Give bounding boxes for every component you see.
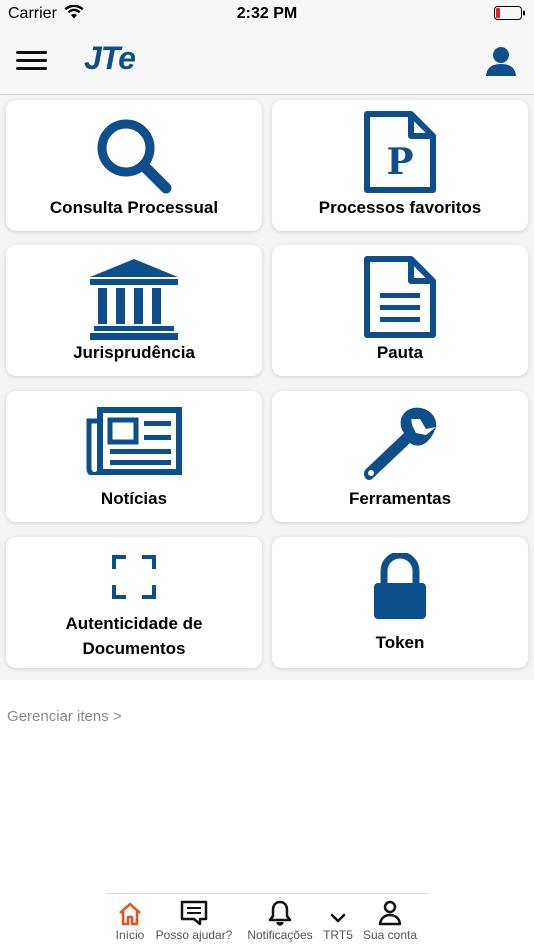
profile-icon[interactable] <box>484 44 518 78</box>
battery-icon <box>494 6 526 25</box>
card-label-line-2: Documentos <box>82 639 186 658</box>
courthouse-icon <box>6 257 262 341</box>
tab-trt5[interactable]: TRT5 <box>320 894 356 949</box>
tab-notificacoes[interactable]: Notificações <box>240 894 320 949</box>
card-label: Ferramentas <box>348 489 452 508</box>
card-pauta[interactable]: Pauta <box>272 245 528 376</box>
card-autenticidade-documentos[interactable]: Autenticidade de Documentos <box>6 537 262 668</box>
tab-label: TRT5 <box>323 928 353 942</box>
scan-frame-icon <box>6 555 262 599</box>
chat-icon <box>150 894 238 926</box>
tab-posso-ajudar[interactable]: Posso ajudar? <box>150 894 238 949</box>
bell-icon <box>240 894 320 926</box>
card-label: Consulta Processual <box>49 198 219 217</box>
manage-items-link[interactable]: Gerenciar itens > <box>7 708 122 725</box>
card-token[interactable]: Token <box>272 537 528 668</box>
search-icon <box>6 116 262 196</box>
card-label: Pauta <box>376 343 424 362</box>
tab-inicio[interactable]: Início <box>106 894 154 949</box>
card-label: Jurisprudência <box>73 343 195 362</box>
card-ferramentas[interactable]: Ferramentas <box>272 391 528 522</box>
card-consulta-processual[interactable]: Consulta Processual <box>6 100 262 231</box>
status-bar: Carrier 2:32 PM <box>0 0 534 28</box>
svg-text:P: P <box>386 141 413 183</box>
card-label-line-1: Autenticidade de <box>65 614 203 633</box>
tab-label: Posso ajudar? <box>155 928 233 942</box>
app-logo: JTe <box>84 40 136 76</box>
nav-bar: JTe <box>0 28 534 95</box>
tab-label: Notificações <box>247 928 313 942</box>
tab-label: Sua conta <box>362 928 418 942</box>
wrench-icon <box>272 405 528 485</box>
card-label: Notícias <box>100 489 168 508</box>
card-label: Processos favoritos <box>318 198 482 217</box>
card-jurisprudencia[interactable]: Jurisprudência <box>6 245 262 376</box>
card-processos-favoritos[interactable]: P Processos favoritos <box>272 100 528 231</box>
home-icon <box>106 894 154 926</box>
tab-label: Início <box>115 928 145 942</box>
clock: 2:32 PM <box>236 5 298 22</box>
document-p-icon: P <box>272 110 528 194</box>
tab-sua-conta[interactable]: Sua conta <box>358 894 422 949</box>
tab-bar: Início Posso ajudar? Notificações TRT5 S… <box>106 893 428 950</box>
user-icon <box>358 894 422 926</box>
newspaper-icon <box>6 407 262 475</box>
hamburger-menu-icon[interactable] <box>16 50 48 72</box>
lock-icon <box>272 553 528 621</box>
card-label: Token <box>375 633 425 652</box>
chevron-down-icon <box>320 894 356 926</box>
document-icon <box>272 255 528 339</box>
card-noticias[interactable]: Notícias <box>6 391 262 522</box>
